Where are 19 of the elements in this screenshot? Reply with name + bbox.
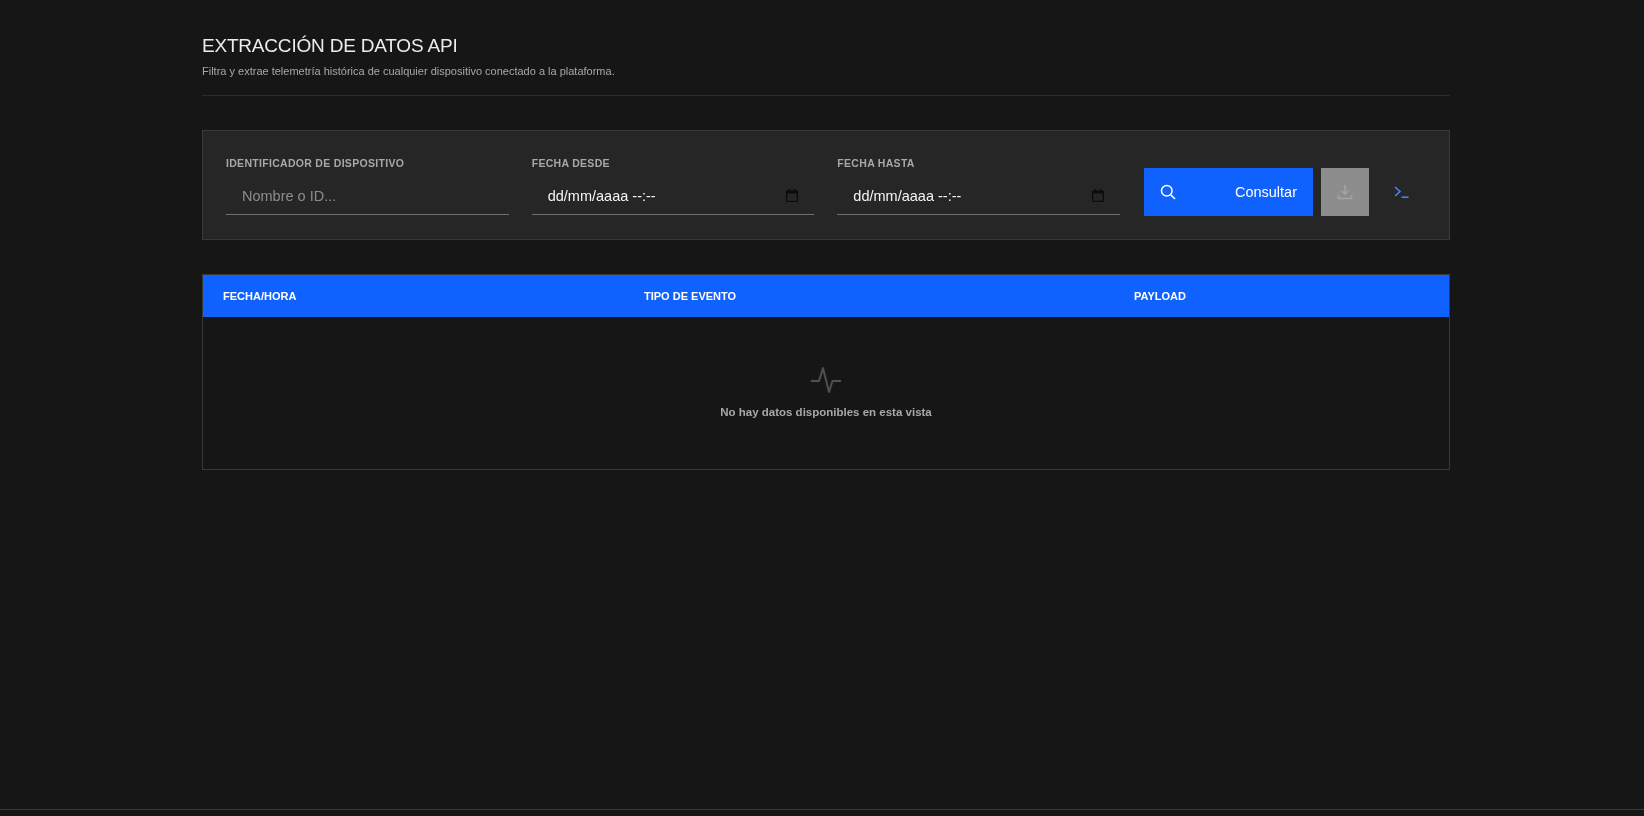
column-header: FECHA/HORA <box>223 289 297 303</box>
page-subtitle: Filtra y extrae telemetría histórica de cualquier dispositivo conectado a la plataforma. <box>202 64 615 78</box>
column-header: PAYLOAD <box>1134 289 1186 303</box>
page-title: EXTRACCIÓN DE DATOS API <box>202 34 458 58</box>
column-header: TIPO DE EVENTO <box>644 289 737 303</box>
date-field[interactable]: dd/mm/aaaa --:-- <box>531 177 815 215</box>
search-icon <box>1160 184 1176 200</box>
field-label: FECHA HASTA <box>837 157 915 169</box>
calendar-icon[interactable] <box>1092 189 1104 202</box>
empty-message: No hay datos disponibles en esta vista <box>720 405 932 419</box>
field-label: FECHA DESDE <box>531 157 610 169</box>
pulse-icon <box>811 366 841 394</box>
date-field[interactable]: dd/mm/aaaa --:-- <box>837 177 1120 215</box>
query-button[interactable]: Consultar <box>1144 168 1313 216</box>
download-icon <box>1337 184 1353 200</box>
field-label: IDENTIFICADOR DE DISPOSITIVO <box>226 157 405 169</box>
calendar-icon[interactable] <box>786 189 799 202</box>
text-field[interactable]: Nombre o ID... <box>226 177 509 215</box>
terminal-icon <box>1393 186 1409 198</box>
